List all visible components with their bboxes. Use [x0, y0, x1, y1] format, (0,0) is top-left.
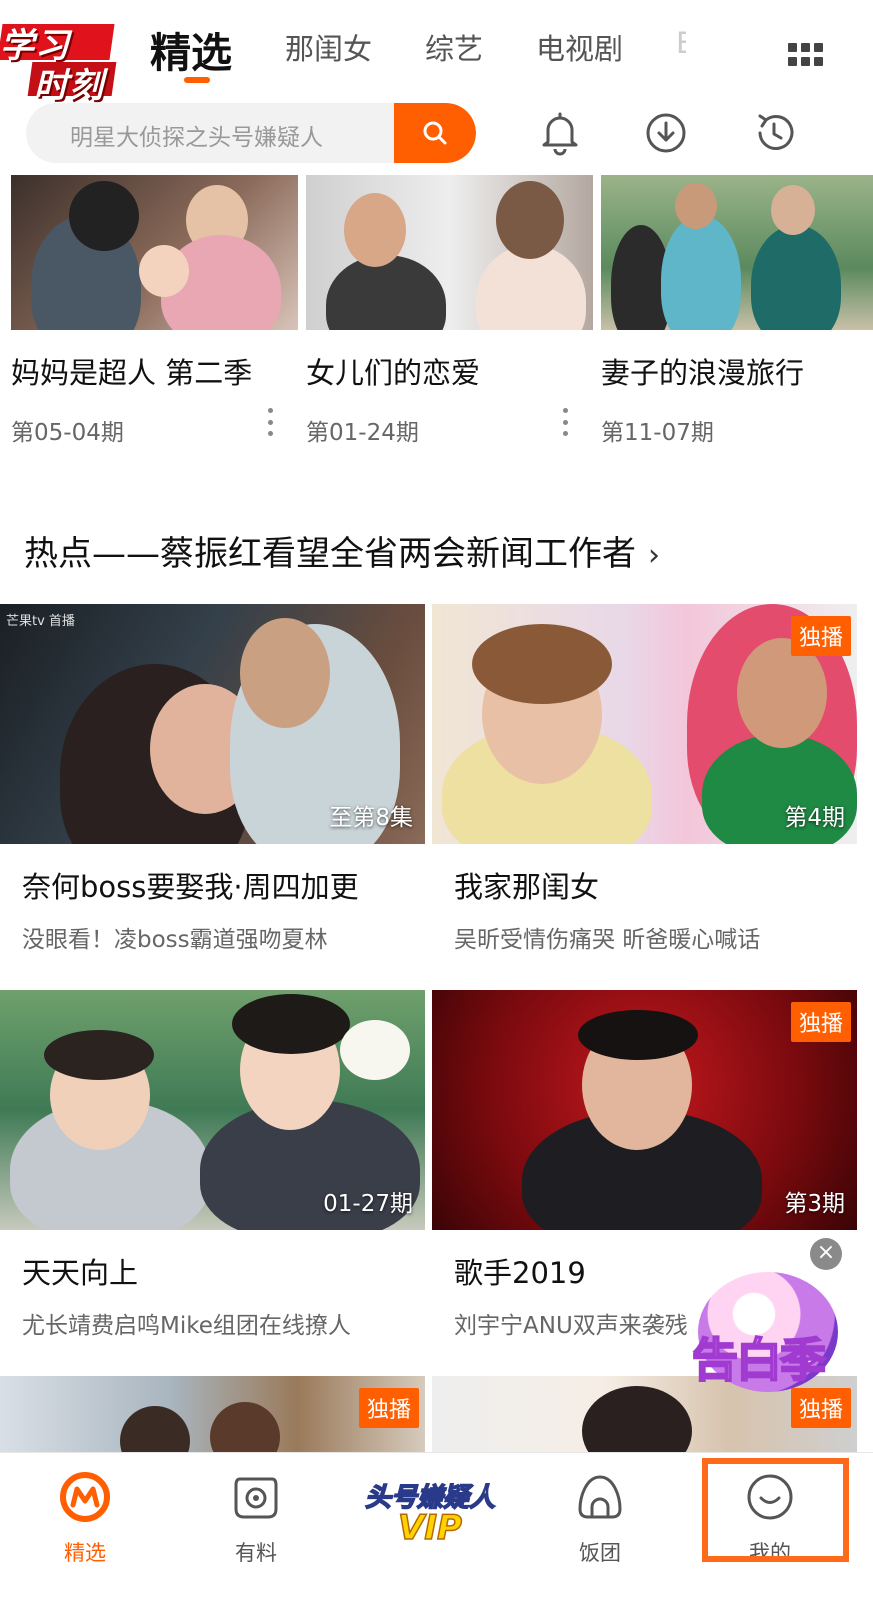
close-icon[interactable]: ×: [810, 1238, 842, 1270]
search-bar[interactable]: 明星大侦探之头号嫌疑人: [26, 103, 476, 163]
video-subtitle[interactable]: 尤长靖费启鸣Mike组团在线撩人: [22, 1306, 425, 1340]
chevron-right-icon: ›: [648, 538, 660, 573]
search-placeholder[interactable]: 明星大侦探之头号嫌疑人: [70, 118, 323, 152]
study-time-logo[interactable]: 学习 时刻: [0, 14, 120, 106]
promo-text: 告白季: [691, 1332, 827, 1388]
more-options-icon[interactable]: [563, 408, 569, 436]
recent-episode: 第11-07期: [601, 420, 714, 446]
tab-that-daughter[interactable]: 那闺女: [285, 26, 372, 68]
recent-episode: 第01-24期: [306, 420, 419, 446]
channel-grid-icon[interactable]: [788, 43, 824, 67]
swirl-icon: [234, 1477, 278, 1519]
video-subtitle[interactable]: 吴昕受情伤痛哭 昕爸暖心喊话: [454, 920, 857, 954]
recent-title[interactable]: 妈妈是超人 第二季: [11, 350, 298, 392]
nav-label: 饭团: [579, 1541, 621, 1565]
search-button[interactable]: [394, 103, 476, 163]
bell-icon[interactable]: [538, 110, 582, 156]
video-title[interactable]: 天天向上: [22, 1250, 425, 1292]
vip-label: VIP: [397, 1507, 462, 1549]
exclusive-badge: 独播: [790, 616, 851, 656]
channel-tabs: 精选 那闺女 综艺 电视剧 E: [150, 26, 739, 86]
video-title[interactable]: 奈何boss要娶我·周四加更: [22, 864, 425, 906]
section-title-text: 热点——蔡振红看望全省两会新闻工作者: [24, 534, 636, 574]
tab-variety[interactable]: 综艺: [425, 26, 483, 68]
nav-news[interactable]: 有料: [196, 1471, 316, 1567]
episode-corner-label: 第3期: [784, 1191, 845, 1217]
video-thumbnail[interactable]: 独播 第4期: [432, 604, 857, 844]
download-icon[interactable]: [644, 110, 688, 156]
rice-ball-icon: [578, 1475, 622, 1519]
video-thumbnail[interactable]: 独播 第3期: [432, 990, 857, 1230]
channel-watermark: 芒果tv 首播: [6, 614, 75, 629]
video-thumbnail[interactable]: 01-27期: [0, 990, 425, 1230]
episode-corner-label: 第4期: [784, 805, 845, 831]
nav-fan-club[interactable]: 饭团: [540, 1471, 660, 1567]
nav-label: 精选: [64, 1541, 106, 1565]
video-subtitle[interactable]: 没眼看！凌boss霸道强吻夏林: [22, 920, 425, 954]
recent-title[interactable]: 妻子的浪漫旅行: [601, 350, 873, 392]
recent-title[interactable]: 女儿们的恋爱: [306, 350, 593, 392]
recent-thumbnail[interactable]: [11, 175, 298, 330]
selection-highlight-box: [702, 1458, 849, 1562]
section-title[interactable]: 热点——蔡振红看望全省两会新闻工作者 ›: [24, 526, 660, 575]
history-icon[interactable]: [752, 110, 796, 156]
mango-logo-icon: [60, 1472, 110, 1522]
recent-thumbnail[interactable]: [306, 175, 593, 330]
video-title[interactable]: 我家那闺女: [454, 864, 857, 906]
video-card[interactable]: 芒果tv 首播 至第8集 奈何boss要娶我·周四加更 没眼看！凌boss霸道强…: [0, 604, 425, 954]
episode-corner-label: 01-27期: [323, 1191, 413, 1217]
exclusive-badge: 独播: [358, 1388, 419, 1428]
recent-card[interactable]: 女儿们的恋爱 第01-24期: [306, 175, 593, 447]
recent-thumbnail[interactable]: [601, 175, 873, 330]
nav-vip[interactable]: 头号嫌疑人 VIP: [360, 1467, 500, 1567]
video-card[interactable]: 独播 第4期 我家那闺女 吴昕受情伤痛哭 昕爸暖心喊话: [432, 604, 857, 954]
video-thumbnail[interactable]: 芒果tv 首播 至第8集: [0, 604, 425, 844]
nav-featured[interactable]: 精选: [25, 1471, 145, 1567]
recent-card[interactable]: 妈妈是超人 第二季 第05-04期: [11, 175, 298, 447]
tab-tv-series[interactable]: 电视剧: [536, 26, 623, 68]
nav-label: 有料: [235, 1541, 277, 1565]
exclusive-badge: 独播: [790, 1002, 851, 1042]
video-card[interactable]: 独播: [0, 1376, 425, 1452]
top-nav: 学习 时刻 精选 那闺女 综艺 电视剧 E: [0, 0, 873, 106]
video-thumbnail[interactable]: 独播: [0, 1376, 425, 1452]
tab-more-faded[interactable]: E: [676, 26, 686, 60]
more-options-icon[interactable]: [268, 408, 274, 436]
video-card[interactable]: 01-27期 天天向上 尤长靖费启鸣Mike组团在线撩人: [0, 990, 425, 1340]
logo-text-line2: 时刻: [34, 66, 104, 106]
episode-corner-label: 至第8集: [329, 805, 413, 831]
recent-episode: 第05-04期: [11, 420, 124, 446]
recent-card[interactable]: 妻子的浪漫旅行 第11-07期: [601, 175, 873, 447]
search-icon: [423, 121, 447, 145]
tab-featured[interactable]: 精选: [150, 19, 232, 83]
confession-season-promo[interactable]: 告白季 ×: [691, 1238, 862, 1408]
